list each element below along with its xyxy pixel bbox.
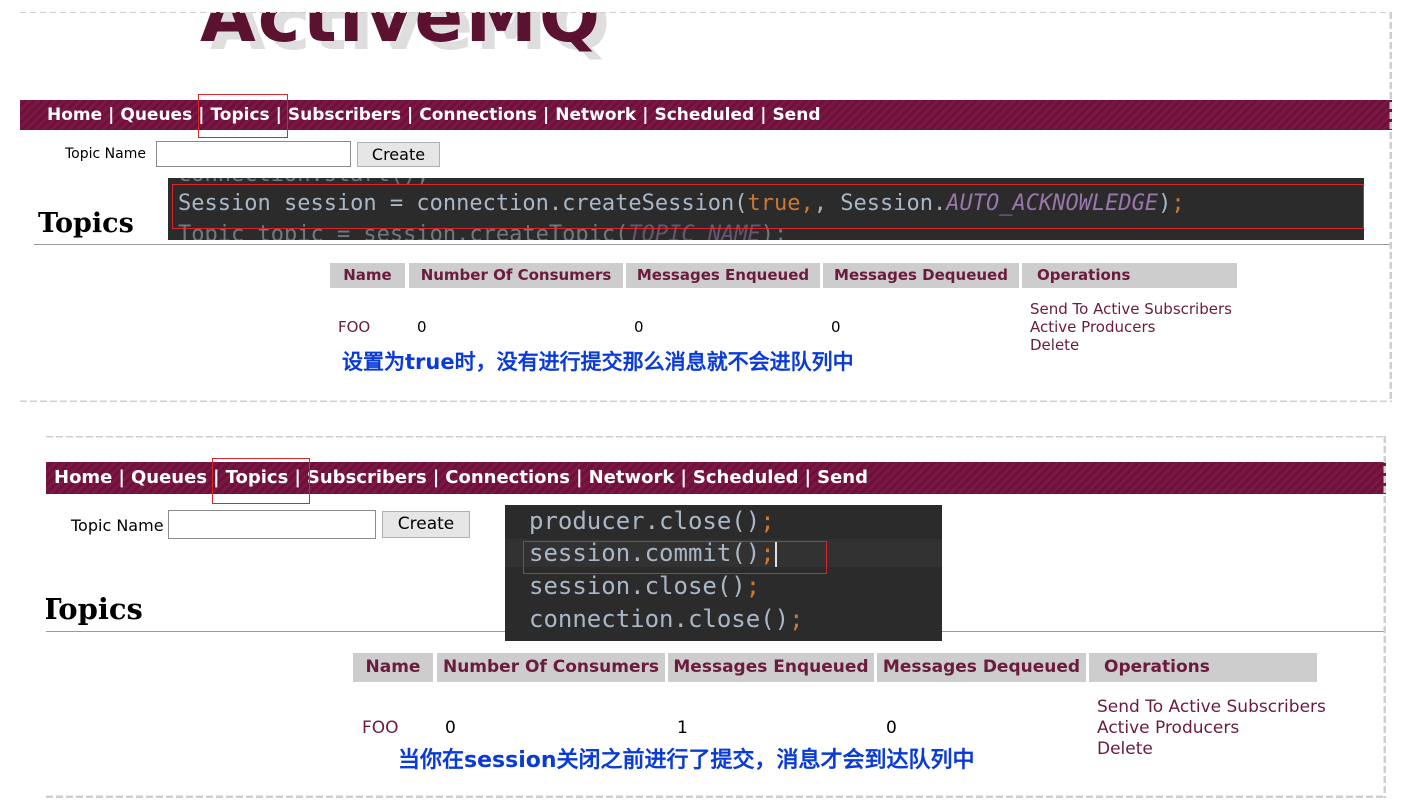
code-session-class: , Session. [813, 191, 947, 216]
nav-topics[interactable]: Topics [210, 100, 269, 130]
code-comma: , [800, 191, 814, 216]
op-send-to-active-subscribers[interactable]: Send To Active Subscribers [1097, 697, 1326, 717]
op-active-producers[interactable]: Active Producers [1097, 718, 1239, 738]
code-true-literal: true [747, 191, 801, 216]
nav-connections[interactable]: Connections [419, 100, 537, 130]
code-session-commit: session.commit() [529, 539, 761, 567]
page-title: Topics [38, 208, 134, 239]
nav-send[interactable]: Send [772, 100, 820, 130]
col-header-operations: Operations [1089, 653, 1317, 682]
dequeued-cell: 0 [886, 718, 897, 738]
code-semicolon: ; [760, 539, 775, 567]
code-snippet: producer.close(); session.commit(); sess… [505, 505, 942, 641]
op-delete[interactable]: Delete [1097, 739, 1153, 759]
code-semicolon: ; [760, 507, 775, 535]
topic-name-input[interactable] [156, 141, 351, 167]
enqueued-cell: 0 [634, 318, 644, 336]
code-create-session: Session session = connection.createSessi… [178, 191, 748, 216]
col-header-name[interactable]: Name [353, 653, 433, 682]
col-header-dequeued[interactable]: Messages Dequeued [823, 263, 1019, 288]
nav-connections[interactable]: Connections [445, 462, 570, 494]
code-producer-close: producer.close() [529, 507, 761, 535]
code-snippet: connection.start(); Session session = co… [168, 178, 1364, 240]
topic-name-cell[interactable]: FOO [362, 718, 399, 738]
col-header-consumers[interactable]: Number Of Consumers [409, 263, 623, 288]
nav-home[interactable]: Home [54, 462, 112, 494]
col-header-operations: Operations [1022, 263, 1237, 288]
code-line-next-end: ); [760, 222, 788, 240]
nav-send[interactable]: Send [817, 462, 868, 494]
screenshot-panel-bottom: Home | Queues | Topics | Subscribers | Connectio… [46, 436, 1386, 798]
nav-scheduled[interactable]: Scheduled [654, 100, 754, 130]
nav-bar: Home | Queues | Topics | Subscribers | Connectio… [46, 462, 1386, 494]
code-semicolon: ; [789, 605, 804, 633]
consumers-cell: 0 [445, 718, 456, 738]
enqueued-cell: 1 [677, 718, 688, 738]
nav-network[interactable]: Network [555, 100, 636, 130]
divider [34, 244, 1392, 245]
code-semicolon: ; [1171, 191, 1185, 216]
nav-home[interactable]: Home [47, 100, 102, 130]
code-session-close: session.close() [529, 572, 746, 600]
nav-scheduled[interactable]: Scheduled [693, 462, 799, 494]
page-title: Topics [46, 592, 143, 626]
dequeued-cell: 0 [831, 318, 841, 336]
op-active-producers[interactable]: Active Producers [1030, 318, 1155, 336]
col-header-enqueued[interactable]: Messages Enqueued [668, 653, 874, 682]
col-header-enqueued[interactable]: Messages Enqueued [626, 263, 820, 288]
nav-queues[interactable]: Queues [131, 462, 207, 494]
code-line-prev: connection.start(); [178, 178, 430, 187]
screenshot-panel-top: ActiveMQ ActiveMQ Home | Queues | Topics | Sub… [20, 12, 1392, 402]
col-header-dequeued[interactable]: Messages Dequeued [877, 653, 1086, 682]
activemq-logo: ActiveMQ [200, 12, 603, 58]
col-header-name[interactable]: Name [330, 263, 405, 288]
consumers-cell: 0 [417, 318, 427, 336]
code-close-paren: ) [1158, 191, 1172, 216]
create-button[interactable]: Create [382, 511, 470, 538]
text-cursor [774, 540, 777, 568]
code-connection-close: connection.close() [529, 605, 790, 633]
topic-name-cell[interactable]: FOO [338, 318, 370, 336]
code-semicolon: ; [745, 572, 761, 600]
col-header-consumers[interactable]: Number Of Consumers [437, 653, 665, 682]
nav-subscribers[interactable]: Subscribers [288, 100, 401, 130]
nav-network[interactable]: Network [589, 462, 675, 494]
op-delete[interactable]: Delete [1030, 336, 1079, 354]
code-ack-constant: AUTO_ACKNOWLEDGE [946, 191, 1159, 216]
code-line-next: Topic topic = session.createTopic( [178, 222, 629, 240]
annotation-text: 当你在session关闭之前进行了提交，消息才会到达队列中 [398, 748, 975, 773]
nav-topics[interactable]: Topics [226, 462, 289, 494]
topic-name-label: Topic Name [71, 516, 164, 535]
topic-name-label: Topic Name [65, 146, 146, 162]
create-button[interactable]: Create [357, 142, 440, 167]
nav-bar: Home | Queues | Topics | Subscribers | Connectio… [20, 100, 1392, 130]
code-topic-constant: TOPIC_NAME [628, 222, 761, 240]
op-send-to-active-subscribers[interactable]: Send To Active Subscribers [1030, 300, 1232, 318]
nav-subscribers[interactable]: Subscribers [307, 462, 427, 494]
topic-name-input[interactable] [168, 510, 376, 539]
nav-queues[interactable]: Queues [120, 100, 192, 130]
annotation-text: 设置为true时，没有进行提交那么消息就不会进队列中 [342, 350, 854, 374]
